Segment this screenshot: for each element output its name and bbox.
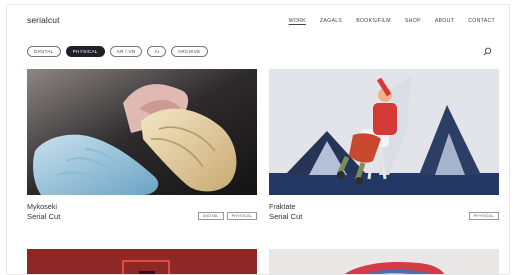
archive-button[interactable]: ARCHIVE — [171, 46, 208, 57]
project-author: Serial Cut — [27, 212, 61, 221]
tag-digital[interactable]: DIGITAL — [197, 212, 224, 220]
project-tags: DIGITAL PHYSICAL — [197, 212, 257, 220]
filter-digital[interactable]: DIGITAL — [27, 46, 61, 57]
project-image-next-1[interactable] — [27, 249, 257, 275]
filter-ai[interactable]: AI — [147, 46, 167, 57]
nav-shop[interactable]: SHOP — [405, 18, 421, 24]
project-image-fraktate[interactable] — [269, 69, 499, 195]
project-tags: PHYSICAL — [468, 212, 499, 220]
site-logo[interactable]: serialcut — [27, 15, 60, 25]
filter-pills: DIGITAL PHYSICAL AR / VR AI — [27, 46, 167, 57]
project-author: Serial Cut — [269, 212, 303, 221]
filter-ar-vr[interactable]: AR / VR — [109, 46, 143, 57]
project-title[interactable]: Fraktate — [269, 202, 295, 211]
tag-physical[interactable]: PHYSICAL — [468, 212, 499, 220]
project-title[interactable]: Mykoseki — [27, 202, 57, 211]
nav-books-film[interactable]: BOOKS/FILM — [356, 18, 391, 24]
search-icon[interactable] — [483, 47, 492, 56]
project-image-mykoseki[interactable] — [27, 69, 257, 195]
main-nav: WORK ZAGALS BOOKS/FILM SHOP ABOUT CONTAC… — [289, 18, 495, 24]
tag-physical[interactable]: PHYSICAL — [226, 212, 257, 220]
project-image-next-2[interactable] — [269, 249, 499, 275]
page: serialcut WORK ZAGALS BOOKS/FILM SHOP AB… — [6, 4, 510, 275]
nav-about[interactable]: ABOUT — [435, 18, 454, 24]
nav-work[interactable]: WORK — [289, 18, 306, 24]
nav-zagals[interactable]: ZAGALS — [320, 18, 342, 24]
nav-contact[interactable]: CONTACT — [468, 18, 495, 24]
filter-physical[interactable]: PHYSICAL — [65, 46, 105, 57]
